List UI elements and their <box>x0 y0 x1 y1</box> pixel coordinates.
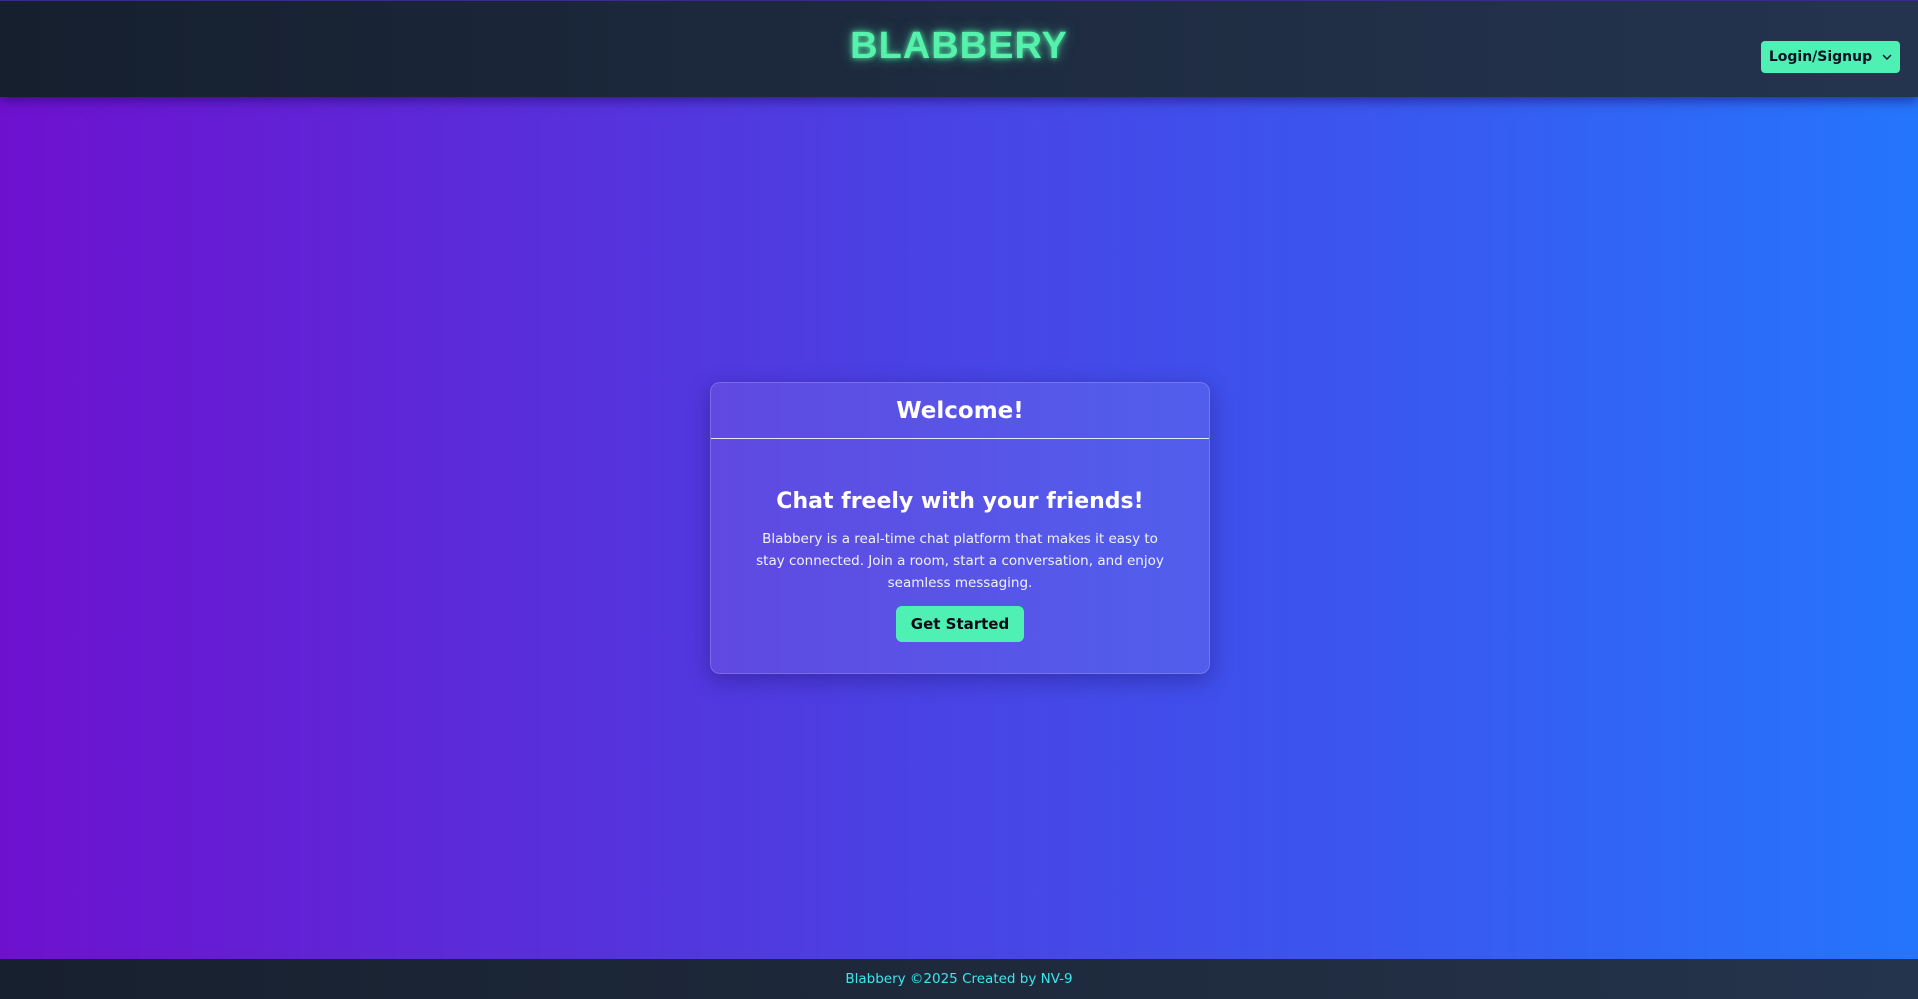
footer-text: Blabbery ©2025 Created by NV-9 <box>845 971 1073 987</box>
app-logo-title: BLABBERY <box>850 25 1068 67</box>
card-header: Welcome! <box>711 383 1209 439</box>
top-navbar: BLABBERY Login/Signup <box>0 0 1918 97</box>
welcome-card: Welcome! Chat freely with your friends! … <box>710 382 1210 674</box>
login-signup-label: Login/Signup <box>1768 49 1873 65</box>
chevron-down-icon <box>1882 54 1892 60</box>
card-description: Blabbery is a real-time chat platform th… <box>756 531 1164 591</box>
page-footer: Blabbery ©2025 Created by NV-9 <box>0 959 1918 999</box>
card-headline: Chat freely with your friends! <box>776 489 1144 514</box>
get-started-button[interactable]: Get Started <box>895 606 1025 642</box>
card-body: Chat freely with your friends! Blabbery … <box>711 439 1209 642</box>
login-signup-dropdown-button[interactable]: Login/Signup <box>1761 41 1900 73</box>
card-title: Welcome! <box>896 397 1024 424</box>
